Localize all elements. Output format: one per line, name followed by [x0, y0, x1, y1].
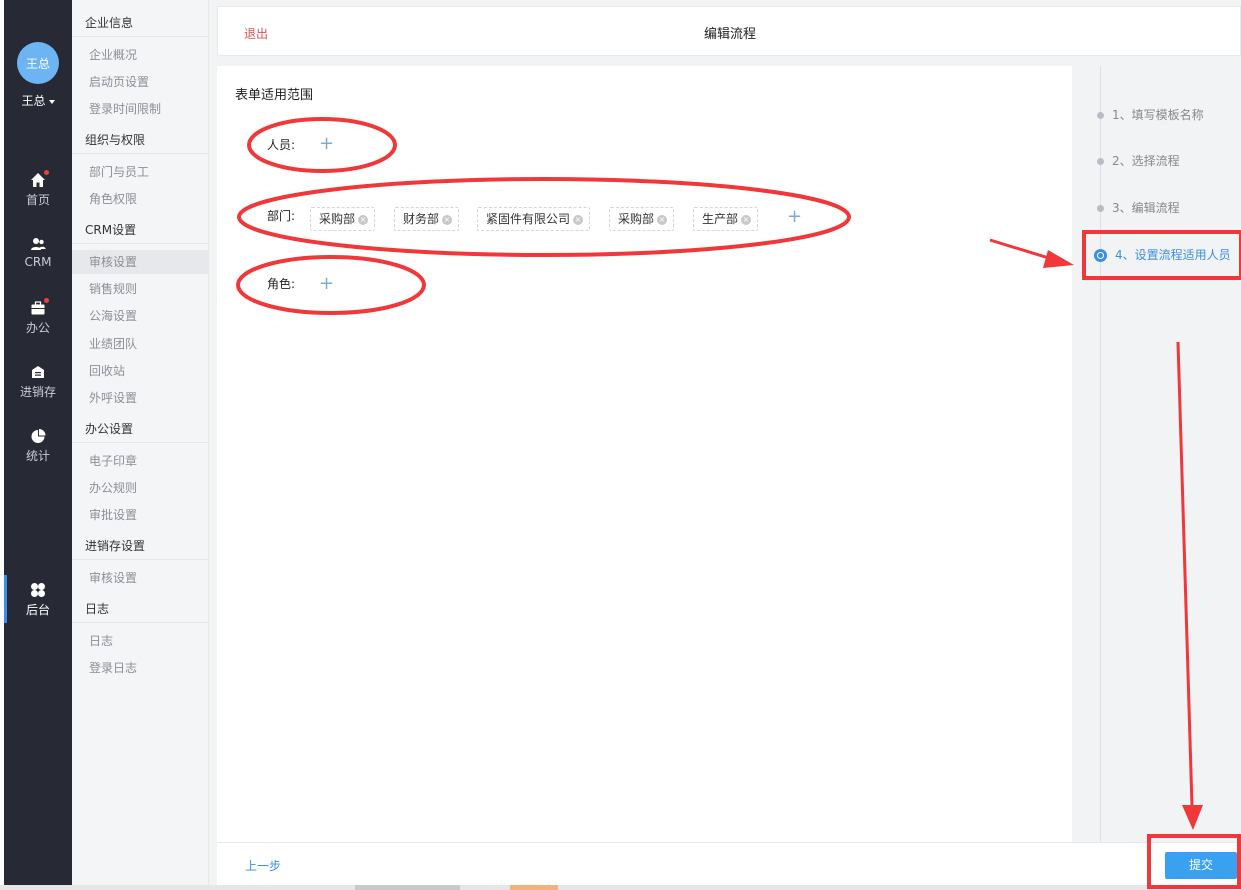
- nav-item-backend[interactable]: 后台: [4, 582, 72, 618]
- dept-tag: 生产部 ×: [693, 207, 759, 231]
- menu-item[interactable]: 企业概况: [72, 43, 209, 67]
- menu-group-title: 进销存设置: [72, 532, 209, 560]
- scrollbar-segment: [510, 885, 558, 890]
- add-role-button[interactable]: +: [319, 275, 334, 293]
- main-area: 退出 编辑流程 表单适用范围 人员: + 部门: 采购部 × 财务部 × 紧固件有限…: [209, 0, 1241, 886]
- menu-group-title: 企业信息: [72, 9, 209, 37]
- nav-label: CRM: [24, 255, 52, 269]
- nav-item-crm[interactable]: CRM: [4, 236, 72, 269]
- step-dot-icon: [1097, 112, 1104, 119]
- pie-chart-icon: [30, 428, 46, 444]
- dept-label: 部门:: [267, 209, 296, 223]
- nav-label: 首页: [25, 193, 50, 207]
- menu-group-title: 日志: [72, 595, 209, 623]
- menu-item[interactable]: 启动页设置: [72, 70, 209, 94]
- step-item[interactable]: 3、编辑流程: [1093, 199, 1180, 216]
- dept-tag: 采购部 ×: [310, 207, 376, 231]
- page-title: 编辑流程: [703, 27, 756, 42]
- notification-dot: [44, 298, 49, 303]
- dept-tag-label: 生产部: [702, 212, 739, 226]
- header-bar: 退出 编辑流程: [217, 6, 1241, 56]
- menu-group-title: CRM设置: [72, 216, 209, 244]
- dept-tag-label: 财务部: [403, 212, 440, 226]
- nav-item-office[interactable]: 办公: [4, 298, 72, 336]
- step-label: 1、填写模板名称: [1112, 108, 1204, 122]
- footer-bar: 上一步 提交: [217, 842, 1241, 886]
- remove-tag-icon[interactable]: ×: [741, 214, 752, 225]
- step-label: 4、设置流程适用人员: [1115, 248, 1231, 262]
- form-panel: 表单适用范围 人员: + 部门: 采购部 × 财务部 × 紧固件有限公司 × 采购部 ×…: [217, 66, 1072, 842]
- menu-item[interactable]: 角色权限: [72, 187, 209, 211]
- menu-item[interactable]: 回收站: [72, 359, 209, 383]
- menu-group-title: 办公设置: [72, 415, 209, 443]
- submit-button[interactable]: 提交: [1165, 852, 1237, 879]
- section-title: 表单适用范围: [235, 88, 314, 103]
- menu-group-title: 组织与权限: [72, 126, 209, 154]
- nav-label: 办公: [25, 321, 50, 335]
- steps-line: [1100, 66, 1101, 842]
- briefcase-icon: [30, 298, 49, 316]
- menu-item[interactable]: 公海设置: [72, 304, 209, 328]
- add-person-button[interactable]: +: [319, 135, 334, 153]
- caret-down-icon: [48, 99, 55, 104]
- step-item-current[interactable]: 4、设置流程适用人员: [1093, 246, 1231, 263]
- menu-item-active[interactable]: 审核设置: [72, 250, 209, 274]
- dept-tag: 财务部 ×: [394, 207, 460, 231]
- menu-item[interactable]: 办公规则: [72, 476, 209, 500]
- settings-menu: 企业信息 企业概况 启动页设置 登录时间限制 组织与权限 部门与员工 角色权限 …: [72, 0, 209, 886]
- menu-item[interactable]: 审核设置: [72, 566, 209, 590]
- step-radio-icon: [1094, 249, 1107, 262]
- notification-dot: [44, 170, 49, 175]
- menu-item[interactable]: 电子印章: [72, 449, 209, 473]
- step-item[interactable]: 1、填写模板名称: [1093, 106, 1204, 123]
- remove-tag-icon[interactable]: ×: [442, 214, 453, 225]
- menu-item[interactable]: 销售规则: [72, 277, 209, 301]
- home-icon: [30, 170, 49, 188]
- step-dot-icon: [1097, 205, 1104, 212]
- horizontal-scrollbar[interactable]: [0, 885, 1241, 890]
- step-item[interactable]: 2、选择流程: [1093, 152, 1180, 169]
- scrollbar-thumb[interactable]: [355, 885, 460, 890]
- nav-item-inventory[interactable]: 进销存: [4, 364, 72, 400]
- dept-tag-label: 紧固件有限公司: [486, 212, 571, 226]
- user-name: 王总: [21, 94, 46, 108]
- menu-item[interactable]: 审批设置: [72, 503, 209, 527]
- grid-icon: [30, 582, 46, 598]
- dept-tag-label: 采购部: [319, 212, 356, 226]
- remove-tag-icon[interactable]: ×: [657, 214, 668, 225]
- users-icon: [30, 236, 46, 252]
- remove-tag-icon[interactable]: ×: [573, 214, 584, 225]
- nav-label: 后台: [25, 603, 50, 617]
- nav-label: 统计: [25, 449, 50, 463]
- menu-item[interactable]: 登录时间限制: [72, 97, 209, 121]
- dept-tag-label: 采购部: [618, 212, 655, 226]
- dept-tag: 紧固件有限公司 ×: [477, 207, 591, 231]
- person-label: 人员:: [267, 138, 296, 152]
- menu-item[interactable]: 外呼设置: [72, 386, 209, 410]
- inventory-icon: [30, 364, 46, 380]
- steps-panel: 1、填写模板名称 2、选择流程 3、编辑流程 4、设置流程适用人员: [1073, 66, 1241, 842]
- step-dot-icon: [1097, 158, 1104, 165]
- user-menu[interactable]: 王总: [4, 92, 72, 109]
- menu-item[interactable]: 登录日志: [72, 656, 209, 680]
- step-label: 3、编辑流程: [1112, 201, 1180, 215]
- dept-tag: 采购部 ×: [609, 207, 675, 231]
- nav-item-home[interactable]: 首页: [4, 170, 72, 208]
- nav-item-stats[interactable]: 统计: [4, 428, 72, 464]
- add-dept-button[interactable]: +: [787, 208, 802, 226]
- remove-tag-icon[interactable]: ×: [358, 214, 369, 225]
- app-root: 王总 王总 首页 CRM 办公 进销存 统计 后台 企业信息 企业概况 启动页设…: [0, 0, 1241, 890]
- menu-item[interactable]: 业绩团队: [72, 332, 209, 356]
- avatar[interactable]: 王总: [17, 42, 59, 84]
- prev-step-button[interactable]: 上一步: [245, 857, 281, 874]
- step-label: 2、选择流程: [1112, 154, 1180, 168]
- main-nav: 王总 王总 首页 CRM 办公 进销存 统计 后台: [4, 0, 72, 886]
- menu-item[interactable]: 日志: [72, 629, 209, 653]
- role-label: 角色:: [267, 277, 296, 291]
- nav-label: 进销存: [19, 385, 56, 399]
- menu-item[interactable]: 部门与员工: [72, 160, 209, 184]
